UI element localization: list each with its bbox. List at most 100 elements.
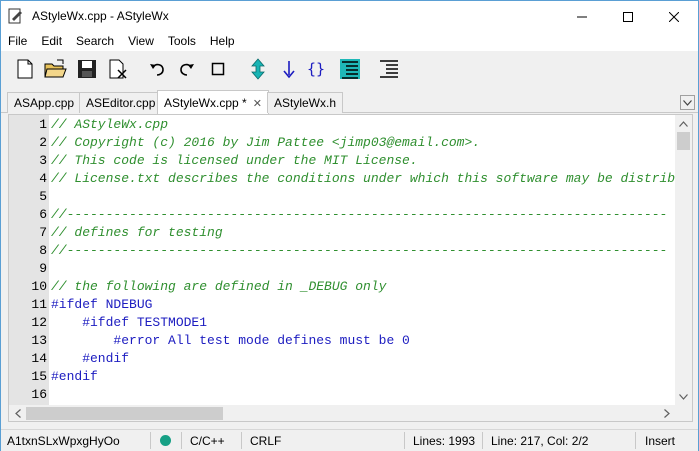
braces-button[interactable]: {}: [306, 57, 330, 81]
code-text[interactable]: // AStyleWx.cpp: [51, 116, 168, 134]
status-separator: [482, 432, 483, 449]
tab-astylewx-cpp[interactable]: AStyleWx.cpp * ✕: [157, 90, 269, 114]
undo-button[interactable]: [145, 57, 169, 81]
vertical-scrollbar[interactable]: [675, 115, 692, 405]
line-number: 6: [39, 207, 47, 222]
menu-help[interactable]: Help: [203, 32, 242, 51]
code-line[interactable]: 12 #ifdef TESTMODE1: [9, 314, 676, 332]
tab-asapp[interactable]: ASApp.cpp: [7, 92, 82, 113]
line-number: 15: [31, 369, 47, 384]
tab-label: ASEditor.cpp: [86, 96, 156, 110]
menu-view[interactable]: View: [121, 32, 161, 51]
status-options: A1txnSLxWpxgHyOo: [7, 434, 120, 448]
code-text[interactable]: #endif: [51, 350, 129, 368]
close-button[interactable]: [651, 1, 697, 32]
open-folder-icon: [44, 59, 67, 78]
code-line[interactable]: 2 // Copyright (c) 2016 by Jim Pattee <ji…: [9, 134, 676, 152]
code-line[interactable]: 16: [9, 386, 676, 404]
scroll-right-button[interactable]: [658, 405, 675, 421]
scroll-corner: [675, 405, 692, 421]
app-icon: [8, 8, 22, 24]
code-line[interactable]: 10 // the following are defined in _DEBUG…: [9, 278, 676, 296]
code-line[interactable]: 5: [9, 188, 676, 206]
code-text[interactable]: // License.txt describes the conditions …: [51, 170, 692, 188]
code-line[interactable]: 7 // defines for testing: [9, 224, 676, 242]
minimize-button[interactable]: [559, 1, 605, 32]
tab-list-button[interactable]: [680, 95, 695, 110]
arrow-down-button[interactable]: [277, 57, 301, 81]
save-button[interactable]: [75, 57, 99, 81]
menu-tools[interactable]: Tools: [161, 32, 203, 51]
status-separator: [635, 432, 636, 449]
tab-astylewx-h[interactable]: AStyleWx.h: [267, 92, 344, 113]
close-icon: [669, 11, 679, 22]
code-text[interactable]: //--------------------------------------…: [51, 242, 667, 260]
menu-edit[interactable]: Edit: [34, 32, 69, 51]
scroll-left-button[interactable]: [9, 405, 26, 421]
new-file-button[interactable]: [13, 57, 37, 81]
code-line[interactable]: 11 #ifdef NDEBUG: [9, 296, 676, 314]
code-line[interactable]: 3 // This code is licensed under the MIT …: [9, 152, 676, 170]
code-line[interactable]: 15 #endif: [9, 368, 676, 386]
maximize-button[interactable]: [605, 1, 651, 32]
chevron-right-icon: [663, 409, 670, 418]
menu-file[interactable]: File: [1, 32, 34, 51]
code-line[interactable]: 8 //-------------------------------------…: [9, 242, 676, 260]
code-line[interactable]: 13 #error All test mode defines must be …: [9, 332, 676, 350]
status-mode: Insert: [645, 434, 676, 448]
code-line[interactable]: 14 #endif: [9, 350, 676, 368]
open-button[interactable]: [43, 57, 67, 81]
expand-vertical-button[interactable]: [246, 57, 270, 81]
line-number: 10: [31, 279, 47, 294]
horizontal-scrollbar[interactable]: [9, 405, 675, 421]
code-line[interactable]: 1 // AStyleWx.cpp: [9, 116, 676, 134]
tab-label: ASApp.cpp: [14, 96, 75, 110]
format-button[interactable]: [338, 57, 362, 81]
code-text[interactable]: #ifdef NDEBUG: [51, 296, 152, 314]
tab-aseditor[interactable]: ASEditor.cpp: [79, 92, 163, 113]
code-line[interactable]: 6 //-------------------------------------…: [9, 206, 676, 224]
code-editor[interactable]: 1 // AStyleWx.cpp 2 // Copyright (c) 2016 b…: [8, 114, 693, 422]
status-bar: A1txnSLxWpxgHyOo C/C++ CRLF Lines: 1993 …: [1, 429, 698, 451]
code-text[interactable]: //--------------------------------------…: [51, 206, 667, 224]
expand-vertical-icon: [251, 58, 265, 80]
arrow-down-icon: [283, 61, 295, 79]
indent-button[interactable]: [377, 57, 401, 81]
horizontal-scroll-thumb[interactable]: [26, 407, 223, 420]
tab-bar: ASApp.cpp ASEditor.cpp AStyleWx.cpp * ✕ A…: [1, 88, 698, 114]
scroll-up-button[interactable]: [675, 115, 692, 132]
title-bar[interactable]: AStyleWx.cpp - AStyleWx: [1, 1, 698, 32]
code-text[interactable]: // the following are defined in _DEBUG o…: [51, 278, 386, 296]
line-number: 12: [31, 315, 47, 330]
code-text[interactable]: // Copyright (c) 2016 by Jim Pattee <jim…: [51, 134, 480, 152]
line-number: 7: [39, 225, 47, 240]
window-title: AStyleWx.cpp - AStyleWx: [32, 9, 169, 23]
vertical-scroll-thumb[interactable]: [677, 132, 690, 150]
code-line[interactable]: 4 // License.txt describes the conditions…: [9, 170, 692, 188]
code-text[interactable]: // defines for testing: [51, 224, 223, 242]
tab-close-icon[interactable]: ✕: [253, 97, 262, 110]
line-number: 16: [31, 387, 47, 402]
code-text[interactable]: #error All test mode defines must be 0: [51, 332, 409, 350]
scroll-down-button[interactable]: [675, 388, 692, 405]
minimize-icon: [577, 16, 587, 17]
toolbar: {}: [1, 51, 698, 88]
code-text[interactable]: #endif: [51, 368, 98, 386]
line-number: 2: [39, 135, 47, 150]
line-number: 8: [39, 243, 47, 258]
status-line-count: Lines: 1993: [413, 434, 476, 448]
status-separator: [241, 432, 242, 449]
close-file-button[interactable]: [106, 57, 130, 81]
redo-button[interactable]: [175, 57, 199, 81]
menu-search[interactable]: Search: [69, 32, 121, 51]
undo-icon: [150, 63, 164, 76]
code-text[interactable]: #ifdef TESTMODE1: [51, 314, 207, 332]
line-number: 11: [31, 297, 47, 312]
code-line[interactable]: 9: [9, 260, 676, 278]
code-text[interactable]: // This code is licensed under the MIT L…: [51, 152, 418, 170]
svg-text:{}: {}: [307, 60, 325, 78]
stop-button[interactable]: [206, 57, 230, 81]
close-file-icon: [109, 59, 127, 79]
chevron-up-icon: [679, 120, 688, 127]
menu-bar: File Edit Search View Tools Help: [1, 32, 698, 51]
